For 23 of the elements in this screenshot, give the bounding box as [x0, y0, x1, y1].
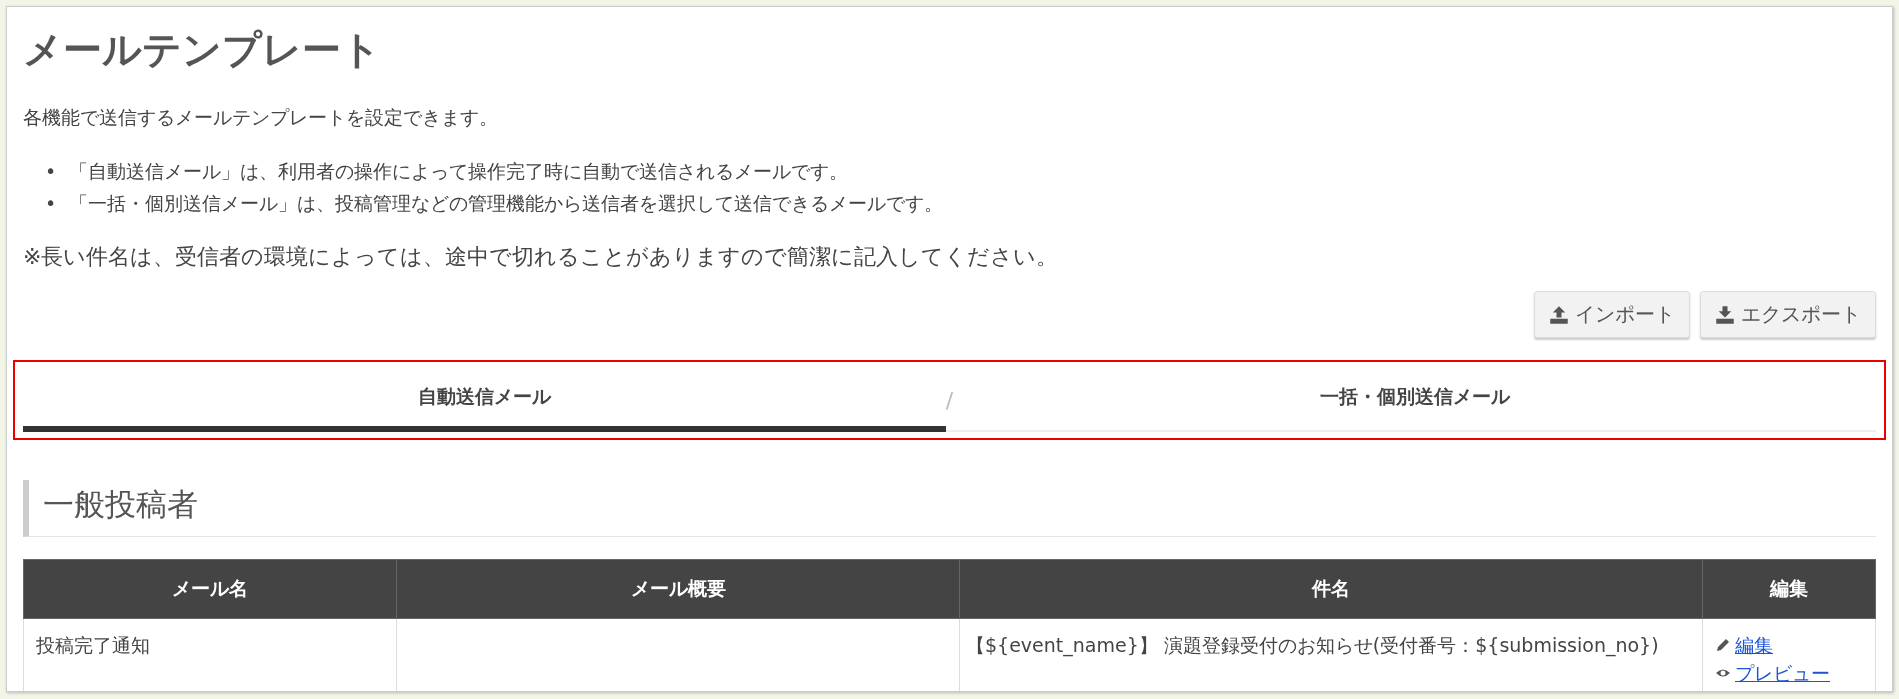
column-header: 編集	[1702, 559, 1876, 619]
table-cell: 投稿完了通知	[23, 618, 397, 691]
column-header: メール概要	[396, 559, 960, 619]
bullet-item: 「一括・個別送信メール」は、投稿管理などの管理機能から送信者を選択して送信できるメールです。	[69, 191, 943, 216]
preview-link[interactable]: プレビュー	[1735, 659, 1830, 687]
section-heading: 一般投稿者	[23, 480, 1876, 537]
import-button[interactable]: インポート	[1534, 291, 1690, 338]
column-header: 件名	[959, 559, 1703, 619]
page-title: メールテンプレート	[23, 27, 382, 73]
tab-separator: /	[945, 387, 954, 413]
tab[interactable]: 自動送信メール	[23, 370, 946, 432]
download-icon	[1715, 304, 1735, 325]
pencil-icon	[1715, 637, 1731, 653]
bullet-item: 「自動送信メール」は、利用者の操作によって操作完了時に自動で送信されるメールです。	[69, 159, 848, 184]
upload-icon	[1549, 304, 1569, 325]
export-button[interactable]: エクスポート	[1700, 291, 1876, 338]
column-header: メール名	[23, 559, 397, 619]
edit-link[interactable]: 編集	[1735, 631, 1773, 659]
note-text: ※長い件名は、受信者の環境によっては、途中で切れることがありますので簡潔に記入してください。	[23, 243, 1060, 271]
tab[interactable]: 一括・個別送信メール	[953, 370, 1876, 432]
bullet-marker: •	[45, 191, 58, 216]
description-text: 各機能で送信するメールテンプレートを設定できます。	[23, 105, 499, 130]
bullet-marker: •	[45, 159, 58, 184]
